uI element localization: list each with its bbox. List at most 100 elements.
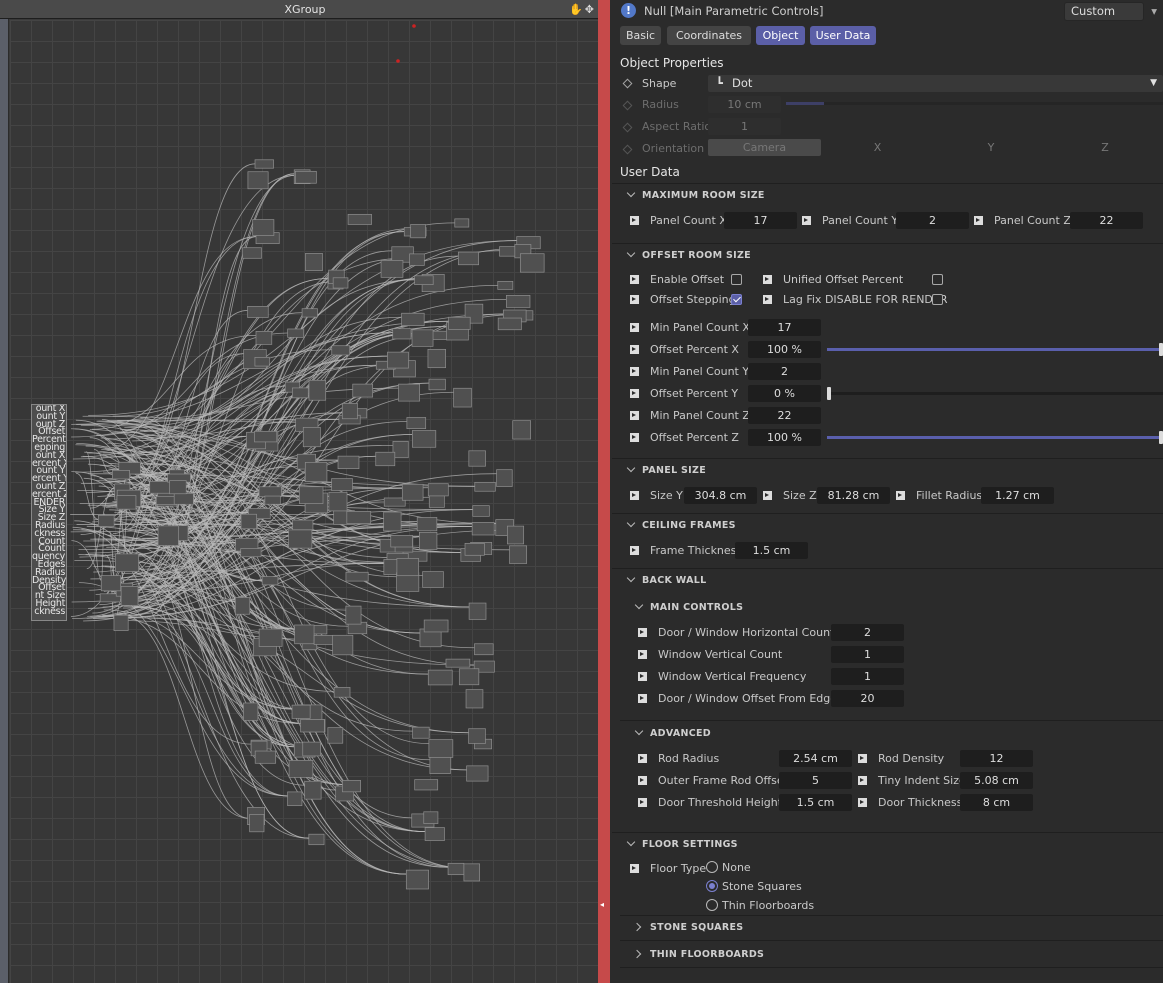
keyframe-icon[interactable] <box>763 275 772 284</box>
graph-node[interactable] <box>428 378 446 391</box>
graph-node[interactable] <box>328 491 348 512</box>
xpresso-left-scrollbar[interactable] <box>0 19 9 983</box>
graph-node[interactable] <box>428 739 454 758</box>
keyframe-icon[interactable] <box>630 295 639 304</box>
graph-node[interactable] <box>254 430 278 443</box>
advanced-field[interactable]: 1.5 cm <box>779 794 852 811</box>
frame-thickness-field[interactable]: 1.5 cm <box>735 542 808 559</box>
main-control-field[interactable]: 2 <box>831 624 904 641</box>
graph-node[interactable] <box>406 417 427 429</box>
graph-node[interactable] <box>291 704 311 719</box>
graph-node[interactable] <box>447 862 465 876</box>
graph-node[interactable] <box>427 348 446 369</box>
size-z-field[interactable]: 81.28 cm <box>817 487 890 504</box>
graph-node[interactable] <box>288 760 314 778</box>
graph-node[interactable] <box>380 260 404 278</box>
keyframe-icon[interactable] <box>630 323 639 332</box>
keyframe-icon[interactable] <box>630 275 639 284</box>
graph-node[interactable] <box>416 517 438 532</box>
graph-node[interactable] <box>465 689 484 709</box>
chevron-right-icon[interactable] <box>632 922 642 932</box>
keyframe-icon[interactable] <box>630 367 639 376</box>
graph-node[interactable] <box>327 727 344 744</box>
graph-node[interactable] <box>468 728 486 744</box>
graph-node[interactable] <box>300 719 325 733</box>
graph-node[interactable] <box>302 741 321 757</box>
subgroup-stone-squares[interactable]: STONE SQUARES <box>650 922 743 933</box>
graph-node[interactable] <box>383 511 402 532</box>
graph-node[interactable] <box>457 251 479 266</box>
graph-node[interactable] <box>313 635 336 645</box>
graph-node[interactable] <box>472 505 490 517</box>
graph-node[interactable] <box>411 430 437 448</box>
graph-node[interactable] <box>112 470 130 480</box>
graph-node[interactable] <box>249 814 265 833</box>
graph-node[interactable] <box>331 478 353 491</box>
graph-node[interactable] <box>288 529 313 549</box>
chevron-down-icon[interactable] <box>626 837 636 847</box>
chevron-down-icon[interactable] <box>634 600 644 610</box>
graph-node[interactable] <box>100 575 122 592</box>
graph-node[interactable] <box>458 668 480 686</box>
graph-node[interactable] <box>337 455 360 470</box>
panel-count-y-field[interactable]: 2 <box>896 212 969 229</box>
graph-node[interactable] <box>463 863 480 882</box>
graph-node[interactable] <box>423 619 449 633</box>
graph-node[interactable] <box>401 312 425 326</box>
graph-node[interactable] <box>341 403 358 420</box>
graph-node[interactable] <box>424 827 445 841</box>
graph-node[interactable] <box>422 571 444 588</box>
graph-node[interactable] <box>240 513 257 530</box>
main-control-field[interactable]: 1 <box>831 646 904 663</box>
advanced-field[interactable]: 2.54 cm <box>779 750 852 767</box>
graph-node[interactable] <box>258 628 283 647</box>
graph-node[interactable] <box>468 602 487 620</box>
graph-node[interactable] <box>396 558 420 577</box>
offset-row-field[interactable]: 2 <box>748 363 821 380</box>
graph-node[interactable] <box>392 441 409 459</box>
xpresso-graph-canvas[interactable] <box>10 20 598 983</box>
graph-node[interactable] <box>401 483 424 501</box>
unified-offset-checkbox[interactable] <box>932 274 943 285</box>
keyframe-icon[interactable] <box>802 216 811 225</box>
keyframe-icon[interactable] <box>638 694 647 703</box>
enable-offset-checkbox[interactable] <box>731 274 742 285</box>
graph-node[interactable] <box>247 306 269 318</box>
tab-basic[interactable]: Basic <box>620 26 661 45</box>
graph-node[interactable] <box>497 281 514 290</box>
keyframe-icon[interactable] <box>763 295 772 304</box>
offset-slider-knob[interactable] <box>1159 431 1163 444</box>
keyframe-icon[interactable] <box>638 776 647 785</box>
graph-node[interactable] <box>305 253 323 272</box>
graph-node[interactable] <box>252 219 275 236</box>
offset-slider-knob[interactable] <box>827 387 831 400</box>
offset-slider[interactable] <box>827 431 1163 444</box>
mode-dropdown[interactable]: Custom ▾ <box>1064 2 1157 21</box>
graph-node[interactable] <box>254 159 274 169</box>
graph-node[interactable] <box>506 295 531 308</box>
graph-node[interactable] <box>411 329 434 347</box>
graph-node[interactable] <box>254 750 277 764</box>
fillet-radius-field[interactable]: 1.27 cm <box>981 487 1054 504</box>
chevron-down-icon[interactable] <box>626 188 636 198</box>
keyframe-icon[interactable] <box>638 650 647 659</box>
graph-node[interactable] <box>254 357 270 367</box>
graph-node[interactable] <box>445 658 471 668</box>
graph-node[interactable] <box>497 317 522 331</box>
graph-node[interactable] <box>471 522 495 536</box>
keyframe-icon[interactable] <box>630 491 639 500</box>
graph-node[interactable] <box>308 379 327 401</box>
keyframe-icon[interactable] <box>630 345 639 354</box>
graph-node[interactable] <box>375 451 396 467</box>
keyframe-icon[interactable] <box>896 491 905 500</box>
graph-node[interactable] <box>429 755 451 774</box>
graph-node[interactable] <box>115 553 139 572</box>
keyframe-icon[interactable] <box>858 776 867 785</box>
keyframe-icon[interactable] <box>630 864 639 873</box>
xpresso-editor[interactable]: XGroup ✋✥ ount Xount Yount Z Offset Percen… <box>0 0 610 983</box>
graph-node[interactable] <box>509 545 528 564</box>
chevron-down-icon[interactable] <box>626 573 636 583</box>
graph-node[interactable] <box>304 780 322 800</box>
graph-node[interactable] <box>113 614 129 631</box>
offset-slider[interactable] <box>827 343 1163 356</box>
